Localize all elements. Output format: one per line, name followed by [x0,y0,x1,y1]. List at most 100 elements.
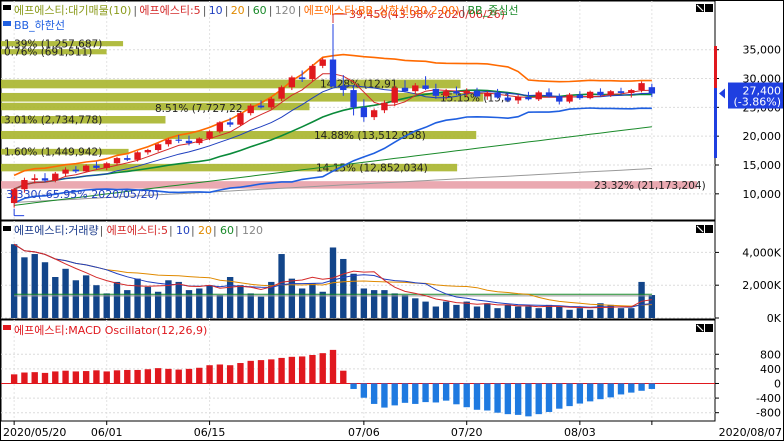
legend-separator: | [203,4,207,17]
macd-bar [453,383,460,405]
macd-bar [360,383,368,398]
macd-bar [175,369,182,384]
candle-body [329,59,337,87]
macd-bar [41,372,49,384]
macd-bar [350,383,357,389]
candle-body [154,144,162,151]
volume-bar [473,306,481,318]
candle-body [113,158,121,164]
candle-body [268,98,275,108]
candle-body [566,94,573,102]
volume-bar [401,295,409,318]
legend-separator: | [462,4,466,17]
legend-separator: | [169,224,173,237]
macd-bar [52,371,59,384]
candle-body [556,96,563,102]
volume-bar [62,268,69,318]
macd-tick-label: 800 [760,348,781,361]
volume-bar [360,288,368,318]
price-legend-item: BB_하한선 [14,18,65,32]
x-tick-label: 07/06 [348,426,380,439]
pane-handle-icon[interactable] [3,5,11,10]
macd-bar [185,368,193,384]
candle-body [504,97,512,101]
volume-bar [566,309,573,318]
volume-bar [72,280,80,318]
candle-body [370,110,378,118]
volume-bar [494,308,501,318]
candle-body [432,88,440,96]
macd-tick-label: -400 [756,392,781,405]
volume-bar [442,301,450,318]
volume-bar [463,301,470,318]
candle-body [360,107,368,118]
supply-zone-label: 14.15% (12,852,034) [316,163,428,175]
macd-tick-label: 0 [774,377,781,390]
volume-bar [535,308,542,318]
volume-bar [216,295,224,318]
current-change-label: (-3.86%) [734,96,782,109]
volume-bar [10,244,18,318]
macd-bar [463,383,470,408]
stock-chart[interactable]: 35,00030,00025,00020,00015,00010,0001.39… [0,0,784,441]
volume-bar [422,301,429,318]
candle-body [206,131,213,139]
macd-bar [484,383,491,411]
macd-bar [586,383,594,402]
legend-separator: | [191,224,195,237]
candle-body [401,87,409,92]
volume-bar [617,308,625,318]
macd-bar [113,370,121,384]
pane-handle-icon[interactable] [3,325,11,330]
volume-bar [278,254,285,318]
candle-body [165,139,172,145]
volume-bar [586,309,594,318]
volume-bar [432,306,440,318]
candle-body [288,77,296,88]
price-legend-item: 에프에스티:5 [139,4,200,17]
volume-pane-close-button[interactable] [705,225,713,233]
candle-body [134,152,141,160]
pane-handle-icon[interactable] [3,226,11,231]
candle-body [226,122,234,125]
volume-legend-item: 120 [242,224,263,237]
macd-bar [154,368,162,384]
macd-pane-close-button[interactable] [705,324,713,332]
candle-body [638,83,645,91]
macd-bar [82,371,90,384]
price-pane-close-button[interactable] [705,4,713,12]
volume-bar [237,285,244,318]
legend-separator: | [213,224,217,237]
low-annotation: 3,330(-65.95% 2020/05/20) [6,188,159,201]
legend-separator: | [100,224,104,237]
macd-bar [268,359,275,384]
price-tick-label: 35,000 [743,44,782,57]
candle-body [463,90,470,94]
candle-body [144,150,152,153]
volume-legend-item: 에프에스티:5 [107,224,168,237]
volume-bar [82,275,90,318]
price-legend-item: BB_중심선 [468,4,519,17]
candle-body [617,91,625,93]
supply-zone-label: 23.32% (21,173,204) [594,180,706,192]
candle-body [473,90,481,97]
volume-bar [648,295,656,318]
candle-body [597,91,604,96]
volume-bar [556,306,563,318]
macd-bar [288,356,296,384]
candle-body [514,96,522,101]
macd-bar [216,364,224,384]
volume-bar [453,304,460,318]
price-tick-label: 15,000 [743,159,782,172]
volume-bar [226,277,234,318]
volume-legend-item: 에프에스티:거래량 [14,224,99,237]
macd-bar [196,367,203,384]
candle-body [545,92,553,97]
macd-bar [422,383,429,403]
x-tick-label: 06/01 [91,426,123,439]
volume-bar [514,306,522,318]
price-legend-item: 에프에스티:BB_상한선(20,2.00) [304,4,460,17]
volume-tick-label: 0K [767,312,782,325]
axis-range-bar-blue [714,88,717,158]
macd-bar [504,383,512,415]
